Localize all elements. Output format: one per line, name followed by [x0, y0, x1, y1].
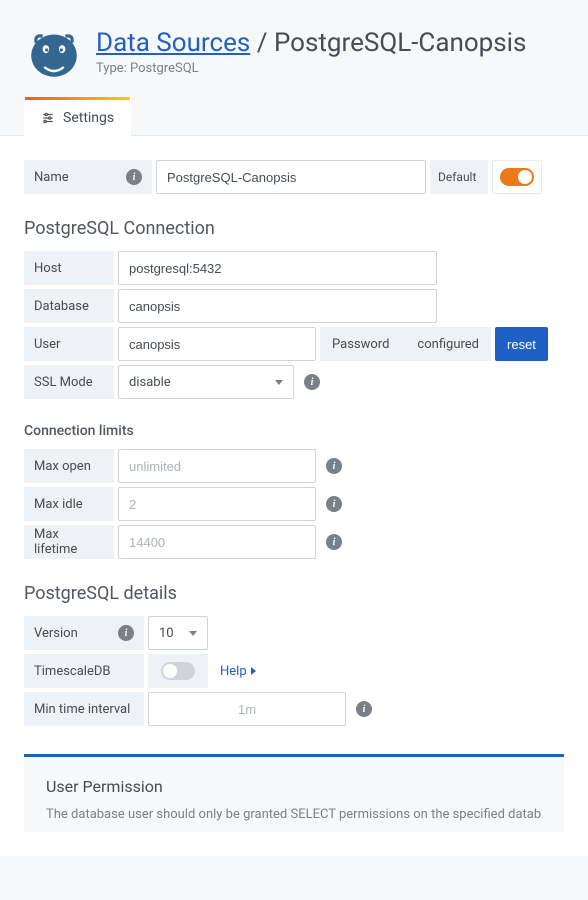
- password-label: Password: [332, 337, 389, 352]
- max-lifetime-input[interactable]: [118, 525, 316, 559]
- name-input[interactable]: [156, 160, 426, 194]
- user-permission-text: The database user should only be granted…: [46, 806, 542, 824]
- settings-panel: Name i Default PostgreSQL Connection Hos…: [0, 135, 588, 856]
- min-time-interval-input[interactable]: [148, 692, 346, 726]
- database-input[interactable]: [118, 289, 437, 323]
- tab-settings[interactable]: Settings: [24, 97, 131, 136]
- page-header: Data Sources / PostgreSQL-Canopsis Type:…: [0, 0, 588, 96]
- version-select[interactable]: 10: [148, 616, 208, 650]
- breadcrumb-root-link[interactable]: Data Sources: [96, 28, 250, 58]
- host-input[interactable]: [118, 251, 437, 285]
- name-label: Name i: [24, 160, 152, 194]
- version-label: Version i: [24, 616, 144, 650]
- default-toggle[interactable]: [500, 168, 534, 186]
- max-open-input[interactable]: [118, 449, 316, 483]
- section-details-title: PostgreSQL details: [24, 583, 564, 604]
- postgresql-logo-icon: [28, 28, 80, 80]
- ssl-mode-label: SSL Mode: [24, 365, 114, 399]
- info-icon[interactable]: i: [326, 534, 342, 550]
- chevron-right-icon: [251, 667, 256, 675]
- password-status: configured: [417, 337, 479, 352]
- max-lifetime-label: Max lifetime: [24, 525, 114, 559]
- section-limits-title: Connection limits: [24, 423, 564, 439]
- user-permission-panel: User Permission The database user should…: [24, 754, 564, 832]
- user-permission-title: User Permission: [46, 777, 542, 796]
- min-time-interval-label: Min time interval: [24, 692, 144, 726]
- info-icon[interactable]: i: [326, 496, 342, 512]
- timescaledb-toggle[interactable]: [161, 662, 195, 680]
- chevron-down-icon: [189, 631, 197, 636]
- host-label: Host: [24, 251, 114, 285]
- breadcrumb: Data Sources / PostgreSQL-Canopsis: [96, 28, 526, 59]
- max-idle-input[interactable]: [118, 487, 316, 521]
- max-open-label: Max open: [24, 449, 114, 483]
- datasource-type-label: Type: PostgreSQL: [96, 61, 526, 76]
- user-input[interactable]: [118, 327, 316, 361]
- timescaledb-toggle-box: [148, 654, 208, 688]
- max-idle-label: Max idle: [24, 487, 114, 521]
- info-icon[interactable]: i: [118, 625, 134, 641]
- default-toggle-box: [492, 160, 542, 194]
- info-icon[interactable]: i: [356, 701, 372, 717]
- reset-password-button[interactable]: reset: [495, 327, 548, 361]
- chevron-down-icon: [275, 380, 283, 385]
- info-icon[interactable]: i: [326, 458, 342, 474]
- ssl-mode-select[interactable]: disable: [118, 365, 294, 399]
- tabs: Settings: [0, 96, 588, 135]
- timescaledb-label: TimescaleDB: [24, 654, 144, 688]
- password-block: Password configured: [320, 327, 491, 361]
- info-icon[interactable]: i: [304, 374, 320, 390]
- info-icon[interactable]: i: [126, 169, 142, 185]
- name-row: Name i Default: [24, 160, 564, 194]
- breadcrumb-current: PostgreSQL-Canopsis: [274, 28, 526, 58]
- tab-settings-label: Settings: [63, 110, 114, 126]
- user-label: User: [24, 327, 114, 361]
- database-label: Database: [24, 289, 114, 323]
- sliders-icon: [41, 111, 55, 125]
- default-label: Default: [430, 160, 488, 194]
- breadcrumb-separator: /: [250, 28, 274, 58]
- section-connection-title: PostgreSQL Connection: [24, 218, 564, 239]
- help-link[interactable]: Help: [212, 654, 256, 688]
